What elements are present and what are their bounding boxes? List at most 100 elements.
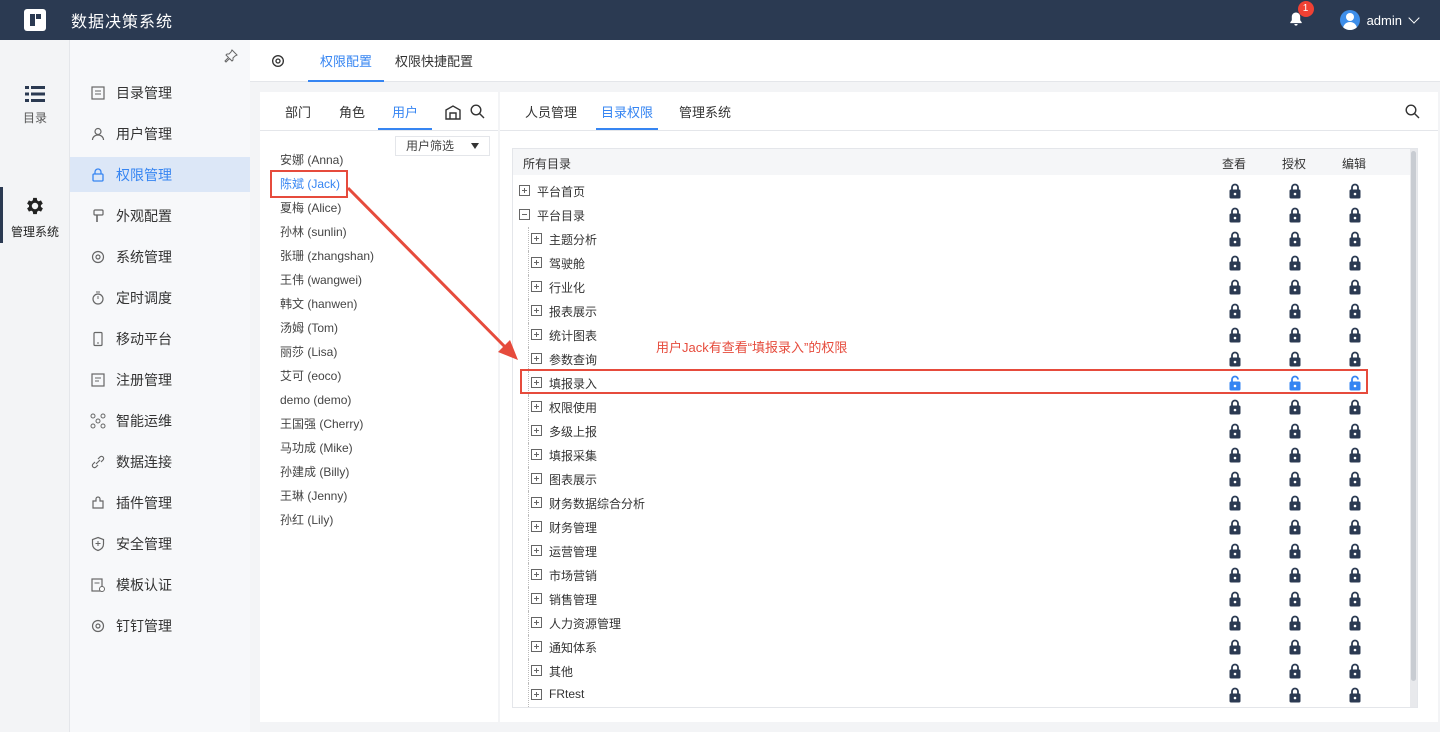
expand-icon[interactable] xyxy=(531,497,542,508)
lock-icon[interactable] xyxy=(1348,495,1362,511)
settings-icon[interactable] xyxy=(270,53,286,69)
table-row[interactable]: 权限使用 xyxy=(513,395,1408,419)
user-list-item[interactable]: 汤姆 (Tom) xyxy=(280,318,338,338)
expand-icon[interactable] xyxy=(531,521,542,532)
org-building-icon[interactable] xyxy=(444,104,462,120)
lock-icon[interactable] xyxy=(1288,519,1302,535)
lock-icon[interactable] xyxy=(1348,351,1362,367)
user-list-item[interactable]: demo (demo) xyxy=(280,390,351,410)
username[interactable]: admin xyxy=(1367,13,1402,28)
user-list-item[interactable]: 孙红 (Lily) xyxy=(280,510,333,530)
lock-icon[interactable] xyxy=(1348,423,1362,439)
lock-icon[interactable] xyxy=(1288,615,1302,631)
lock-icon[interactable] xyxy=(1348,639,1362,655)
lock-icon[interactable] xyxy=(1228,663,1242,679)
table-row[interactable]: FRtest xyxy=(513,683,1408,707)
table-row[interactable]: 填报采集 xyxy=(513,443,1408,467)
table-row[interactable]: 财务管理 xyxy=(513,515,1408,539)
lock-icon[interactable] xyxy=(1228,687,1242,703)
expand-icon[interactable] xyxy=(531,233,542,244)
table-row[interactable]: 市场营销 xyxy=(513,563,1408,587)
lock-icon[interactable] xyxy=(1288,495,1302,511)
lock-icon[interactable] xyxy=(1348,399,1362,415)
tab-user[interactable]: 用户 xyxy=(378,92,432,130)
lock-icon[interactable] xyxy=(1288,639,1302,655)
table-row[interactable]: 其他 xyxy=(513,659,1408,683)
table-row[interactable]: 运营管理 xyxy=(513,539,1408,563)
table-row[interactable]: 通知体系 xyxy=(513,635,1408,659)
user-list-item[interactable]: 安娜 (Anna) xyxy=(280,150,343,170)
lock-icon[interactable] xyxy=(1348,663,1362,679)
menu-item-13[interactable]: 模板认证 xyxy=(70,567,250,602)
table-row[interactable]: 报表展示 xyxy=(513,299,1408,323)
tab-department[interactable]: 部门 xyxy=(280,92,316,130)
lock-icon[interactable] xyxy=(1228,279,1242,295)
expand-icon[interactable] xyxy=(531,281,542,292)
menu-item-5[interactable]: 系统管理 xyxy=(70,239,250,274)
table-row[interactable]: 人力资源管理 xyxy=(513,611,1408,635)
menu-item-12[interactable]: 安全管理 xyxy=(70,526,250,561)
menu-item-4[interactable]: 外观配置 xyxy=(70,198,250,233)
tab-management-system[interactable]: 管理系统 xyxy=(678,92,732,130)
lock-icon[interactable] xyxy=(1348,183,1362,199)
lock-icon[interactable] xyxy=(1228,231,1242,247)
lock-icon[interactable] xyxy=(1288,687,1302,703)
lock-icon[interactable] xyxy=(1228,351,1242,367)
lock-icon[interactable] xyxy=(1348,543,1362,559)
user-list-item[interactable]: 夏梅 (Alice) xyxy=(280,198,341,218)
expand-icon[interactable] xyxy=(531,425,542,436)
lock-icon[interactable] xyxy=(1288,351,1302,367)
lock-icon[interactable] xyxy=(1348,567,1362,583)
lock-icon[interactable] xyxy=(1288,447,1302,463)
table-row[interactable]: 平台目录 xyxy=(513,203,1408,227)
lock-icon[interactable] xyxy=(1228,471,1242,487)
lock-icon[interactable] xyxy=(1348,255,1362,271)
lock-icon[interactable] xyxy=(1228,399,1242,415)
lock-icon[interactable] xyxy=(1288,591,1302,607)
expand-icon[interactable] xyxy=(531,353,542,364)
scrollbar[interactable] xyxy=(1410,149,1417,707)
menu-item-6[interactable]: 定时调度 xyxy=(70,280,250,315)
menu-item-9[interactable]: 智能运维 xyxy=(70,403,250,438)
tab-permission-quick-config[interactable]: 权限快捷配置 xyxy=(392,40,476,82)
table-row[interactable]: 销售管理 xyxy=(513,587,1408,611)
lock-icon[interactable] xyxy=(1348,447,1362,463)
lock-icon[interactable] xyxy=(1348,303,1362,319)
lock-icon[interactable] xyxy=(1228,615,1242,631)
lock-icon[interactable] xyxy=(1348,591,1362,607)
table-row[interactable]: 平台首页 xyxy=(513,179,1408,203)
rail-item-management[interactable]: 管理系统 xyxy=(0,187,70,243)
lock-icon[interactable] xyxy=(1288,663,1302,679)
lock-icon[interactable] xyxy=(1348,207,1362,223)
tab-permission-config[interactable]: 权限配置 xyxy=(308,40,384,82)
lock-icon[interactable] xyxy=(1228,591,1242,607)
table-row[interactable]: 财务数据综合分析 xyxy=(513,491,1408,515)
expand-icon[interactable] xyxy=(531,665,542,676)
user-list-item[interactable]: 马功成 (Mike) xyxy=(280,438,353,458)
search-icon[interactable] xyxy=(1405,104,1420,119)
lock-icon[interactable] xyxy=(1288,183,1302,199)
user-list-item[interactable]: 王琳 (Jenny) xyxy=(280,486,347,506)
lock-icon[interactable] xyxy=(1288,327,1302,343)
table-row[interactable]: 参数查询 xyxy=(513,347,1408,371)
lock-icon[interactable] xyxy=(1228,447,1242,463)
expand-icon[interactable] xyxy=(531,641,542,652)
search-icon[interactable] xyxy=(470,104,485,119)
menu-item-8[interactable]: 注册管理 xyxy=(70,362,250,397)
user-list-item[interactable]: 孙林 (sunlin) xyxy=(280,222,347,242)
lock-icon[interactable] xyxy=(1228,639,1242,655)
lock-icon[interactable] xyxy=(1228,255,1242,271)
user-list-item[interactable]: 丽莎 (Lisa) xyxy=(280,342,337,362)
table-row[interactable]: 统计图表 xyxy=(513,323,1408,347)
lock-icon[interactable] xyxy=(1228,495,1242,511)
expand-icon[interactable] xyxy=(531,617,542,628)
lock-icon[interactable] xyxy=(1228,183,1242,199)
lock-icon[interactable] xyxy=(1348,615,1362,631)
tab-directory-permission[interactable]: 目录权限 xyxy=(596,92,658,130)
expand-icon[interactable] xyxy=(531,401,542,412)
expand-icon[interactable] xyxy=(531,329,542,340)
lock-icon[interactable] xyxy=(1348,519,1362,535)
lock-icon[interactable] xyxy=(1228,327,1242,343)
table-row[interactable]: 多级上报 xyxy=(513,419,1408,443)
expand-icon[interactable] xyxy=(531,473,542,484)
